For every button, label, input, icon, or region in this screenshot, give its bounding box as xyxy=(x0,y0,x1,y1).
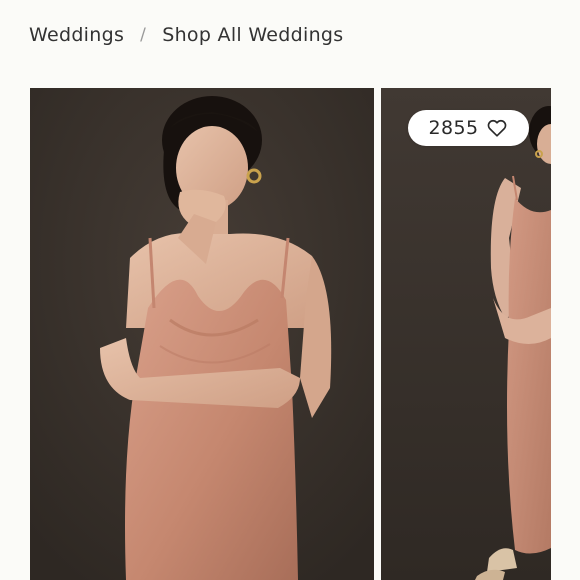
like-count: 2855 xyxy=(428,117,479,139)
product-image-secondary[interactable] xyxy=(381,88,551,580)
model-full-length-image xyxy=(381,88,551,580)
heart-outline-icon xyxy=(488,119,507,137)
product-image-main[interactable] xyxy=(30,88,374,580)
breadcrumb-separator: / xyxy=(140,25,147,45)
like-button[interactable]: 2855 xyxy=(408,110,529,146)
breadcrumb: Weddings / Shop All Weddings xyxy=(29,24,344,46)
product-image-gallery[interactable] xyxy=(0,88,580,580)
product-listing-page: Weddings / Shop All Weddings 2855 xyxy=(0,0,580,580)
breadcrumb-link-shop-all-weddings[interactable]: Shop All Weddings xyxy=(162,24,343,46)
breadcrumb-link-weddings[interactable]: Weddings xyxy=(29,24,124,46)
model-portrait-image xyxy=(30,88,374,580)
